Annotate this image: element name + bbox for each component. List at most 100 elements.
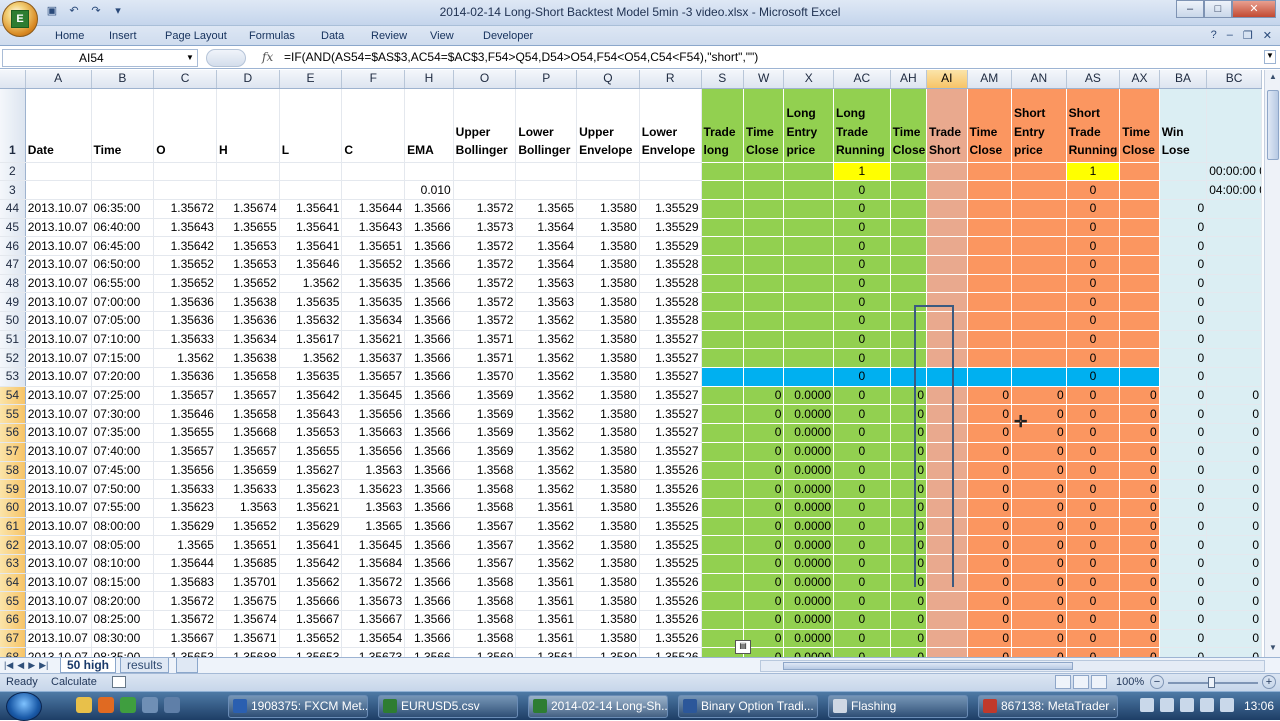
- cell-ema[interactable]: 1.3566: [404, 647, 454, 657]
- cell-ah[interactable]: 0: [890, 517, 927, 536]
- cell-ema[interactable]: 1.3566: [404, 461, 454, 481]
- cell-le[interactable]: 1.35525: [639, 517, 702, 537]
- cell-ai[interactable]: [926, 162, 967, 181]
- cell-date[interactable]: 2013.10.07: [25, 591, 92, 611]
- cell-le[interactable]: 1.35527: [639, 330, 702, 350]
- cell-x[interactable]: [783, 255, 834, 275]
- cell-ah[interactable]: 0: [890, 461, 927, 480]
- cell-le[interactable]: 1.35526: [639, 647, 702, 657]
- cell-am[interactable]: 0: [967, 610, 1012, 630]
- cell-ah[interactable]: 0: [890, 404, 927, 424]
- cell-lb[interactable]: 1.3562: [515, 386, 578, 406]
- cell-w[interactable]: [743, 367, 784, 387]
- cell-ai[interactable]: [926, 255, 967, 275]
- cell-h[interactable]: 1.35653: [216, 255, 280, 275]
- cell-ba[interactable]: 0: [1159, 236, 1208, 256]
- cell-bc[interactable]: [1206, 236, 1262, 256]
- cell-l[interactable]: 1.35623: [279, 479, 343, 499]
- cell-time[interactable]: 07:30:00: [91, 404, 155, 425]
- cell-o[interactable]: [153, 162, 217, 182]
- cell-ema[interactable]: 1.3566: [404, 367, 454, 387]
- cell-date[interactable]: 2013.10.07: [25, 386, 92, 406]
- cell-l[interactable]: 1.35629: [279, 517, 343, 537]
- cell-ue[interactable]: 1.3580: [576, 292, 640, 312]
- formula-input[interactable]: =IF(AND(AS54=$AS$3,AC54=$AC$3,F54>Q54,D5…: [284, 50, 758, 64]
- worksheet-grid[interactable]: A B C D E F H O P Q R S W X AC AH AI AM AN AS AX BA BC 1 Date Tim…: [0, 70, 1264, 657]
- cell-ub[interactable]: 1.3573: [453, 218, 517, 238]
- cell-o[interactable]: 1.35642: [153, 236, 217, 256]
- cell-ema[interactable]: 1.3566: [404, 591, 454, 611]
- cell-h[interactable]: 1.35652: [216, 517, 280, 537]
- cell-s[interactable]: [701, 610, 744, 630]
- cell-ue[interactable]: 1.3580: [576, 517, 640, 537]
- cell-time[interactable]: 08:00:00: [91, 517, 155, 537]
- cell-ai[interactable]: [926, 442, 967, 461]
- cell-l[interactable]: 1.35646: [279, 255, 343, 275]
- cell-lb[interactable]: 1.3564: [515, 236, 578, 256]
- cell-date[interactable]: 2013.10.07: [25, 199, 92, 219]
- cell-w[interactable]: 0: [743, 535, 784, 555]
- cell-x[interactable]: 0.0000: [783, 573, 834, 592]
- cell-date[interactable]: 2013.10.07: [25, 311, 92, 331]
- row-header[interactable]: 49: [0, 292, 26, 312]
- cell-s[interactable]: [701, 517, 744, 536]
- cell-x[interactable]: [783, 199, 834, 219]
- cell-time[interactable]: 07:00:00: [91, 292, 155, 312]
- cell-ai[interactable]: [926, 479, 967, 499]
- cell-le[interactable]: 1.35526: [639, 591, 702, 611]
- cell-o[interactable]: 1.35653: [153, 647, 217, 657]
- column-header-a[interactable]: A: [25, 70, 92, 89]
- cell-ba[interactable]: 0: [1159, 330, 1208, 350]
- cell-c[interactable]: 1.35645: [341, 535, 406, 555]
- name-box[interactable]: AI54: [2, 49, 198, 67]
- cell-x[interactable]: 0.0000: [783, 479, 834, 499]
- horizontal-scrollbar[interactable]: [760, 660, 1265, 672]
- cell-s[interactable]: [701, 162, 744, 181]
- cell-ema[interactable]: 1.3566: [404, 292, 454, 312]
- cell-as[interactable]: 0: [1066, 404, 1120, 424]
- row-header[interactable]: 2: [0, 162, 26, 182]
- cell-time[interactable]: 08:30:00: [91, 629, 155, 649]
- cell-o[interactable]: 1.35655: [153, 423, 217, 443]
- cell-bc[interactable]: [1206, 330, 1262, 350]
- cell-ub[interactable]: 1.3572: [453, 311, 517, 331]
- cell-bc[interactable]: 0: [1206, 647, 1262, 657]
- cell-le[interactable]: 1.35527: [639, 423, 702, 443]
- cell-ax[interactable]: [1119, 274, 1160, 293]
- cell-lb[interactable]: 1.3565: [515, 199, 578, 219]
- close-button[interactable]: ✕: [1232, 0, 1276, 18]
- cell-s[interactable]: [701, 236, 744, 256]
- cell-ub[interactable]: 1.3567: [453, 535, 517, 555]
- cell-h[interactable]: 1.35658: [216, 404, 280, 425]
- tray-icon[interactable]: [1140, 698, 1154, 712]
- row-header[interactable]: 1: [0, 88, 26, 163]
- cell-ue[interactable]: 1.3580: [576, 442, 640, 462]
- cell-am[interactable]: [967, 292, 1012, 312]
- cell-ai[interactable]: [926, 311, 967, 331]
- cell-ah[interactable]: 0: [890, 479, 927, 499]
- cell-an[interactable]: 0: [1011, 461, 1067, 480]
- cell-le[interactable]: 1.35529: [639, 236, 702, 256]
- insert-sheet-icon[interactable]: [176, 658, 198, 673]
- cell-as[interactable]: 0: [1066, 442, 1120, 461]
- cell-an[interactable]: [1011, 311, 1067, 331]
- cell-date[interactable]: 2013.10.07: [25, 292, 92, 312]
- cell-s[interactable]: [701, 255, 744, 275]
- header-cell-ac[interactable]: Long Trade Running: [833, 88, 891, 162]
- cell-ue[interactable]: 1.3580: [576, 404, 640, 425]
- cell-ai[interactable]: [926, 367, 967, 387]
- cell-time[interactable]: 07:35:00: [91, 423, 155, 443]
- cell-ax[interactable]: [1119, 367, 1160, 387]
- cell-ax[interactable]: [1119, 180, 1160, 200]
- cell-time[interactable]: 08:15:00: [91, 573, 155, 593]
- cell-ah[interactable]: [890, 236, 927, 256]
- cell-time[interactable]: 07:10:00: [91, 330, 155, 350]
- cell-as[interactable]: 0: [1066, 647, 1120, 657]
- cell-ax[interactable]: [1119, 311, 1160, 331]
- cell-h[interactable]: 1.35634: [216, 330, 280, 350]
- cell-ue[interactable]: 1.3580: [576, 591, 640, 611]
- cell-le[interactable]: 1.35525: [639, 554, 702, 574]
- column-header-x[interactable]: X: [783, 70, 834, 89]
- cell-ac[interactable]: 0: [833, 479, 891, 499]
- cell-date[interactable]: 2013.10.07: [25, 629, 92, 649]
